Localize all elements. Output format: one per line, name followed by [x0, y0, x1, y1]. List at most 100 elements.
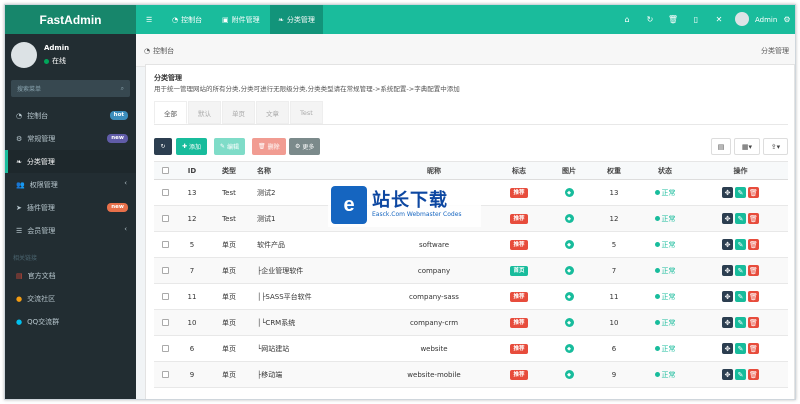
drag-handle-icon[interactable]: ✥ [722, 187, 733, 198]
sidebar-item-category[interactable]: ❧ 分类管理 [5, 150, 136, 173]
image-icon[interactable]: ◆ [564, 188, 574, 197]
drag-handle-icon[interactable]: ✥ [722, 213, 733, 224]
sidebar-item-plugins[interactable]: ➤ 插件管理 new [5, 196, 136, 219]
header-weight[interactable]: 权重 [591, 162, 637, 179]
table-row[interactable]: 9 单页 ├移动端 website-mobile 推荐 ◆ 9 正常 ✥ ✎ 🗑 [154, 362, 788, 388]
edit-button[interactable]: ✎ 编辑 [214, 138, 246, 155]
table-row[interactable]: 10 单页 │└CRM系统 company-crm 推荐 ◆ 10 正常 ✥ ✎ 🗑 [154, 310, 788, 336]
select-all-checkbox[interactable] [154, 162, 176, 179]
image-cell: ◆ [547, 336, 591, 361]
sidebar-item-dashboard[interactable]: ◔ 控制台 hot [5, 104, 136, 127]
export-button[interactable]: ⇪▾ [763, 138, 788, 155]
edit-icon[interactable]: ✎ [735, 369, 746, 380]
tab-all[interactable]: 全部 [154, 101, 187, 124]
drag-handle-icon[interactable]: ✥ [722, 317, 733, 328]
header-id[interactable]: ID [176, 162, 208, 179]
drag-handle-icon[interactable]: ✥ [722, 369, 733, 380]
home-icon[interactable]: ⌂ [621, 13, 633, 25]
cell-weight: 5 [611, 240, 617, 249]
image-icon[interactable]: ◆ [564, 240, 574, 249]
refresh-icon[interactable]: ↻ [644, 13, 656, 25]
row-checkbox[interactable] [154, 180, 176, 205]
delete-icon[interactable]: 🗑 [748, 317, 759, 328]
delete-icon[interactable]: 🗑 [748, 265, 759, 276]
sidebar-item-auth[interactable]: 👥 权限管理 ‹ [5, 173, 136, 196]
header-nickname[interactable]: 昵称 [377, 162, 491, 179]
sidebar-link-docs[interactable]: ▤ 官方文档 [5, 264, 136, 287]
table-row[interactable]: 7 单页 ├企业管理软件 company 首页 ◆ 7 正常 ✥ ✎ 🗑 [154, 258, 788, 284]
sidebar-item-members[interactable]: ☰ 会员管理 ‹ [5, 219, 136, 242]
image-icon[interactable]: ◆ [564, 344, 574, 353]
tab-default[interactable]: 默认 [188, 101, 221, 124]
header-type[interactable]: 类型 [208, 162, 250, 179]
image-icon[interactable]: ◆ [564, 318, 574, 327]
tab-attachment[interactable]: ▣ 附件管理 [214, 5, 268, 34]
edit-icon[interactable]: ✎ [735, 213, 746, 224]
app-logo[interactable]: FastAdmin [5, 5, 136, 34]
drag-handle-icon[interactable]: ✥ [722, 265, 733, 276]
row-checkbox[interactable] [154, 258, 176, 283]
tab-dashboard[interactable]: ◔ 控制台 [164, 5, 210, 34]
menu-toggle-icon[interactable]: ☰ [146, 5, 152, 34]
search-icon[interactable]: ⌕ [121, 85, 124, 93]
delete-icon[interactable]: 🗑 [748, 369, 759, 380]
toggle-view-button[interactable]: ▤ [711, 138, 731, 155]
header-flag[interactable]: 标志 [491, 162, 547, 179]
drag-handle-icon[interactable]: ✥ [722, 343, 733, 354]
tab-page[interactable]: 单页 [222, 101, 255, 124]
delete-icon[interactable]: 🗑 [748, 213, 759, 224]
sidebar-item-general[interactable]: ⚙ 常规管理 new [5, 127, 136, 150]
row-checkbox[interactable] [154, 362, 176, 387]
delete-icon[interactable]: 🗑 [748, 343, 759, 354]
delete-button[interactable]: 🗑 删除 [252, 138, 286, 155]
more-button[interactable]: ⚙ 更多 [289, 138, 321, 155]
refresh-button[interactable]: ↻ [154, 138, 172, 155]
tab-category[interactable]: ❧ 分类管理 [270, 5, 323, 34]
row-checkbox[interactable] [154, 232, 176, 257]
image-cell: ◆ [547, 362, 591, 387]
expand-icon[interactable]: ✕ [713, 13, 725, 25]
edit-icon[interactable]: ✎ [735, 317, 746, 328]
rocket-icon: ➤ [16, 203, 22, 212]
edit-icon[interactable]: ✎ [735, 265, 746, 276]
drag-handle-icon[interactable]: ✥ [722, 291, 733, 302]
add-button[interactable]: ✚ 添加 [176, 138, 208, 155]
row-checkbox[interactable] [154, 310, 176, 335]
image-icon[interactable]: ◆ [564, 292, 574, 301]
table-row[interactable]: 11 单页 │├SASS平台软件 company-sass 推荐 ◆ 11 正常 ✥ ✎ 🗑 [154, 284, 788, 310]
edit-icon[interactable]: ✎ [735, 187, 746, 198]
edit-icon[interactable]: ✎ [735, 239, 746, 250]
status-cell: 正常 [637, 206, 693, 231]
delete-icon[interactable]: 🗑 [748, 187, 759, 198]
edit-icon[interactable]: ✎ [735, 343, 746, 354]
edit-icon[interactable]: ✎ [735, 291, 746, 302]
sidebar-link-qq[interactable]: ● QQ交流群 [5, 310, 136, 333]
search-input[interactable]: 搜索菜单 ⌕ [11, 80, 130, 97]
image-icon[interactable]: ◆ [564, 214, 574, 223]
row-checkbox[interactable] [154, 206, 176, 231]
image-icon[interactable]: ◆ [564, 266, 574, 275]
columns-button[interactable]: ▦▾ [734, 138, 760, 155]
user-name[interactable]: Admin [755, 5, 777, 34]
status-badge: 正常 [654, 240, 676, 250]
settings-icon[interactable]: ⚙ [781, 13, 793, 25]
table-row[interactable]: 5 单页 软件产品 software 推荐 ◆ 5 正常 ✥ ✎ 🗑 [154, 232, 788, 258]
header-status[interactable]: 状态 [637, 162, 693, 179]
delete-icon[interactable]: 🗑 [748, 291, 759, 302]
header-name[interactable]: 名称 [257, 162, 377, 179]
tab-test[interactable]: Test [290, 101, 323, 124]
fullscreen-icon[interactable]: ▯ [690, 13, 702, 25]
drag-handle-icon[interactable]: ✥ [722, 239, 733, 250]
trash-icon[interactable]: 🗑 [667, 13, 679, 25]
header-image[interactable]: 图片 [547, 162, 591, 179]
image-icon[interactable]: ◆ [564, 370, 574, 379]
avatar[interactable] [735, 12, 749, 26]
sidebar-link-forum[interactable]: ● 交流社区 [5, 287, 136, 310]
row-checkbox[interactable] [154, 284, 176, 309]
breadcrumb-home[interactable]: ◔ 控制台 [144, 46, 174, 56]
leaf-icon: ❧ [278, 15, 284, 24]
row-checkbox[interactable] [154, 336, 176, 361]
table-row[interactable]: 6 单页 └网站建站 website 推荐 ◆ 6 正常 ✥ ✎ 🗑 [154, 336, 788, 362]
delete-icon[interactable]: 🗑 [748, 239, 759, 250]
tab-article[interactable]: 文章 [256, 101, 289, 124]
